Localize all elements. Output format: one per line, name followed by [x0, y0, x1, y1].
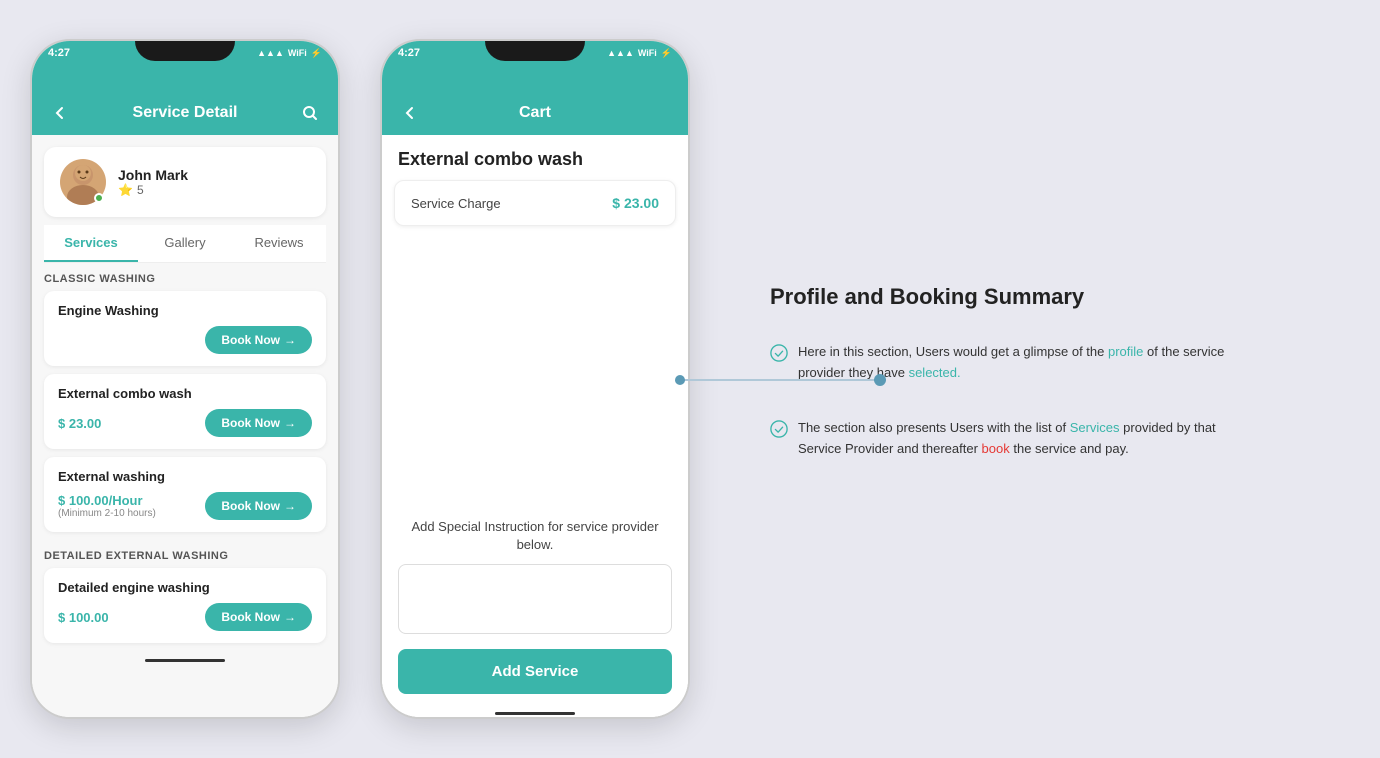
service-charge-label: Service Charge: [411, 196, 501, 211]
connector-line: [680, 379, 880, 381]
annotation-title: Profile and Booking Summary: [770, 284, 1330, 310]
phone1-navbar: Service Detail: [32, 91, 338, 135]
check-icon-2: [770, 420, 788, 438]
service-row-detailed-engine: $ 100.00 Book Now →: [58, 603, 312, 631]
connector-dot-left: [675, 375, 685, 385]
phone-service-detail: 4:27 ▲▲▲ WiFi ⚡ Service Detail: [30, 39, 340, 719]
highlight-book: book: [982, 441, 1010, 456]
search-button[interactable]: [298, 101, 322, 125]
scroll-indicator: [32, 651, 338, 670]
service-card-detailed-engine: Detailed engine washing $ 100.00 Book No…: [44, 568, 326, 643]
service-name-engine-washing: Engine Washing: [58, 303, 312, 318]
external-washing-price: $ 100.00/Hour: [58, 493, 156, 508]
profile-card: John Mark ⭐ 5: [44, 147, 326, 217]
provider-rating: ⭐ 5: [118, 183, 188, 197]
annotation-text-2: The section also presents Users with the…: [798, 418, 1238, 460]
service-name-detailed-engine: Detailed engine washing: [58, 580, 312, 595]
phone1-time: 4:27: [48, 47, 70, 59]
phone2-wifi-icon: WiFi: [638, 48, 657, 58]
annotation-text-1: Here in this section, Users would get a …: [798, 342, 1238, 384]
phone2-content: External combo wash Service Charge $ 23.…: [382, 135, 688, 719]
instruction-title: Add Special Instruction for service prov…: [398, 518, 672, 554]
wifi-icon: WiFi: [288, 48, 307, 58]
check-icon-1: [770, 344, 788, 362]
external-combo-price-wrap: $ 23.00: [58, 416, 101, 431]
phone1-status-icons: ▲▲▲ WiFi ⚡: [257, 48, 322, 59]
back-button[interactable]: [48, 101, 72, 125]
phone2-signal-icon: ▲▲▲: [607, 48, 634, 58]
tab-gallery[interactable]: Gallery: [138, 225, 232, 262]
phone2-status-icons: ▲▲▲ WiFi ⚡: [607, 48, 672, 59]
phone1-nav-title: Service Detail: [133, 104, 238, 122]
phone2-navbar: Cart: [382, 91, 688, 135]
online-indicator: [94, 193, 104, 203]
book-now-detailed-engine[interactable]: Book Now →: [205, 603, 312, 631]
highlight-services: Services: [1070, 420, 1120, 435]
connector-dot-right: [874, 374, 886, 386]
book-now-external-combo[interactable]: Book Now →: [205, 409, 312, 437]
phone2-time: 4:27: [398, 47, 420, 59]
external-washing-price-wrap: $ 100.00/Hour (Minimum 2-10 hours): [58, 493, 156, 519]
provider-name: John Mark: [118, 167, 188, 183]
arrow-icon-2: →: [284, 416, 296, 430]
service-card-engine-washing: Engine Washing Book Now →: [44, 291, 326, 366]
service-row-engine-washing: Book Now →: [58, 326, 312, 354]
phone1-content: John Mark ⭐ 5 Services Gallery Reviews C…: [32, 135, 338, 719]
highlight-selected: selected.: [909, 365, 961, 380]
service-name-external-combo: External combo wash: [58, 386, 312, 401]
special-instruction-section: Add Special Instruction for service prov…: [382, 506, 688, 706]
star-icon: ⭐: [118, 183, 133, 197]
profile-info: John Mark ⭐ 5: [118, 167, 188, 197]
service-name-external-washing: External washing: [58, 469, 312, 484]
tab-services[interactable]: Services: [44, 225, 138, 262]
phone1-notch: 4:27 ▲▲▲ WiFi ⚡: [32, 41, 338, 91]
service-charge-amount: $ 23.00: [612, 195, 659, 211]
service-card-external-combo: External combo wash $ 23.00 Book Now →: [44, 374, 326, 449]
service-row-external-combo: $ 23.00 Book Now →: [58, 409, 312, 437]
book-now-engine-washing[interactable]: Book Now →: [205, 326, 312, 354]
signal-icon: ▲▲▲: [257, 48, 284, 58]
service-row-external-washing: $ 100.00/Hour (Minimum 2-10 hours) Book …: [58, 492, 312, 520]
external-washing-price-sub: (Minimum 2-10 hours): [58, 508, 156, 519]
add-service-button[interactable]: Add Service: [398, 649, 672, 694]
avatar-wrap: [60, 159, 106, 205]
annotation-item-2: The section also presents Users with the…: [770, 418, 1330, 460]
phone-cart: 4:27 ▲▲▲ WiFi ⚡ Cart External com: [380, 39, 690, 719]
phone2-notch-bump: [485, 41, 585, 61]
arrow-icon-4: →: [284, 610, 296, 624]
tab-reviews[interactable]: Reviews: [232, 225, 326, 262]
notch-bump: [135, 41, 235, 61]
book-now-external-washing[interactable]: Book Now →: [205, 492, 312, 520]
tabs-row: Services Gallery Reviews: [44, 225, 326, 263]
section-detailed-washing: DETAILED EXTERNAL WASHING: [32, 540, 338, 568]
cart-title: External combo wash: [382, 135, 688, 180]
external-combo-price: $ 23.00: [58, 416, 101, 431]
arrow-icon-3: →: [284, 499, 296, 513]
arrow-icon: →: [284, 333, 296, 347]
battery-icon: ⚡: [311, 48, 322, 59]
highlight-profile: profile: [1108, 344, 1143, 359]
annotation-item-1: Here in this section, Users would get a …: [770, 342, 1330, 384]
section-classic-washing: CLASSIC WASHING: [32, 263, 338, 291]
phone2-scroll-indicator: [382, 706, 688, 719]
annotation-panel: Profile and Booking Summary Here in this…: [720, 0, 1380, 758]
phone2-battery-icon: ⚡: [661, 48, 672, 59]
detailed-engine-price: $ 100.00: [58, 610, 109, 625]
phone2-back-button[interactable]: [398, 101, 422, 125]
service-charge-card: Service Charge $ 23.00: [394, 180, 676, 226]
phone2-nav-title: Cart: [519, 104, 551, 122]
phone2-notch: 4:27 ▲▲▲ WiFi ⚡: [382, 41, 688, 91]
instruction-textarea[interactable]: [398, 564, 672, 634]
service-card-external-washing: External washing $ 100.00/Hour (Minimum …: [44, 457, 326, 532]
